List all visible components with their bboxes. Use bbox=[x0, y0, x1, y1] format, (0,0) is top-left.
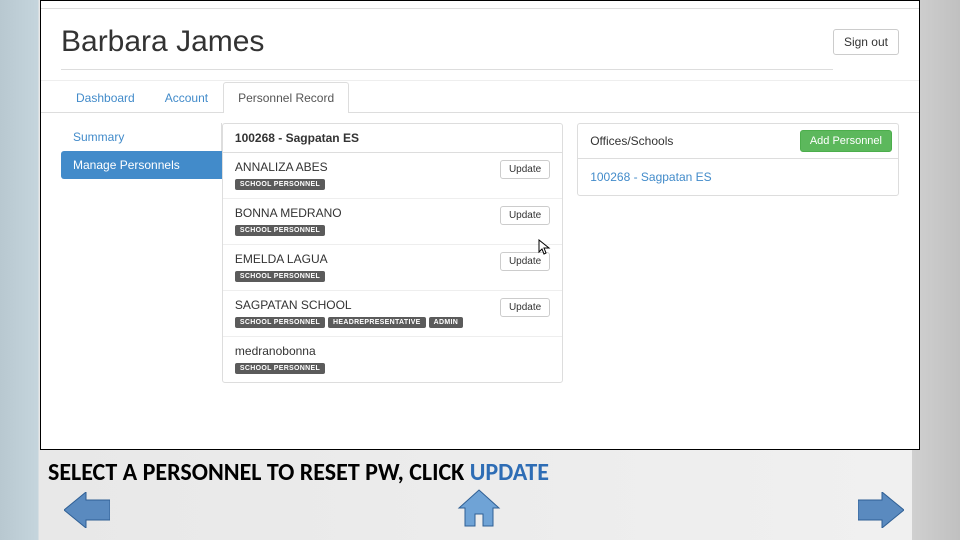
role-badge: SCHOOL PERSONNEL bbox=[235, 225, 325, 236]
update-button[interactable]: Update bbox=[500, 160, 550, 179]
update-button[interactable]: Update bbox=[500, 206, 550, 225]
offices-panel-header: Offices/Schools Add Personnel bbox=[577, 123, 899, 158]
personnel-row: EMELDA LAGUA SCHOOL PERSONNEL Update bbox=[223, 245, 562, 291]
app-panel: Barbara James Sign out Dashboard Account… bbox=[40, 0, 920, 450]
page-header: Barbara James Sign out bbox=[41, 9, 919, 81]
subtab-manage-personnels[interactable]: Manage Personnels bbox=[61, 151, 222, 179]
user-heading: Barbara James bbox=[61, 25, 833, 70]
role-badge: SCHOOL PERSONNEL bbox=[235, 363, 325, 374]
role-badge: SCHOOL PERSONNEL bbox=[235, 179, 325, 190]
personnel-name: ANNALIZA ABES bbox=[235, 160, 328, 174]
personnel-row: SAGPATAN SCHOOL SCHOOL PERSONNEL HEADREP… bbox=[223, 291, 562, 337]
signout-button[interactable]: Sign out bbox=[833, 29, 899, 55]
personnel-name: medranobonna bbox=[235, 344, 325, 358]
tab-personnel-record[interactable]: Personnel Record bbox=[223, 82, 349, 113]
personnel-name: BONNA MEDRANO bbox=[235, 206, 342, 220]
role-badge: SCHOOL PERSONNEL bbox=[235, 271, 325, 282]
main-tabs: Dashboard Account Personnel Record bbox=[41, 81, 919, 113]
prev-slide-button[interactable] bbox=[64, 492, 110, 528]
right-column: Offices/Schools Add Personnel 100268 - S… bbox=[577, 123, 899, 383]
home-button[interactable] bbox=[457, 488, 501, 528]
tab-account[interactable]: Account bbox=[150, 82, 223, 113]
sub-tabs: Summary Manage Personnels bbox=[61, 123, 222, 179]
update-button[interactable]: Update bbox=[500, 252, 550, 271]
personnel-name: EMELDA LAGUA bbox=[235, 252, 328, 266]
personnel-row: ANNALIZA ABES SCHOOL PERSONNEL Update bbox=[223, 153, 562, 199]
left-column: Summary Manage Personnels bbox=[61, 123, 222, 383]
offices-panel-body: 100268 - Sagpatan ES bbox=[577, 158, 899, 196]
personnel-panel: 100268 - Sagpatan ES ANNALIZA ABES SCHOO… bbox=[222, 123, 563, 383]
add-personnel-button[interactable]: Add Personnel bbox=[800, 130, 892, 152]
personnel-panel-title: 100268 - Sagpatan ES bbox=[223, 124, 562, 153]
instruction-text: SELECT A PERSONNEL TO RESET PW, CLICK bbox=[48, 458, 470, 487]
personnel-row: medranobonna SCHOOL PERSONNEL bbox=[223, 337, 562, 382]
browser-chrome bbox=[41, 1, 919, 9]
tab-dashboard[interactable]: Dashboard bbox=[61, 82, 150, 113]
content-area: Summary Manage Personnels 100268 - Sagpa… bbox=[41, 113, 919, 383]
slide-instruction: SELECT A PERSONNEL TO RESET PW, CLICK UP… bbox=[48, 458, 549, 487]
school-link[interactable]: 100268 - Sagpatan ES bbox=[590, 170, 711, 184]
subtab-summary[interactable]: Summary bbox=[61, 123, 222, 151]
role-badge: ADMIN bbox=[429, 317, 463, 328]
update-button[interactable]: Update bbox=[500, 298, 550, 317]
slide-nav bbox=[0, 488, 960, 538]
instruction-keyword: UPDATE bbox=[470, 458, 549, 487]
personnel-row: BONNA MEDRANO SCHOOL PERSONNEL Update bbox=[223, 199, 562, 245]
personnel-name: SAGPATAN SCHOOL bbox=[235, 298, 463, 312]
role-badge: SCHOOL PERSONNEL bbox=[235, 317, 325, 328]
role-badge: HEADREPRESENTATIVE bbox=[328, 317, 426, 328]
offices-title: Offices/Schools bbox=[590, 134, 673, 148]
next-slide-button[interactable] bbox=[858, 492, 904, 528]
